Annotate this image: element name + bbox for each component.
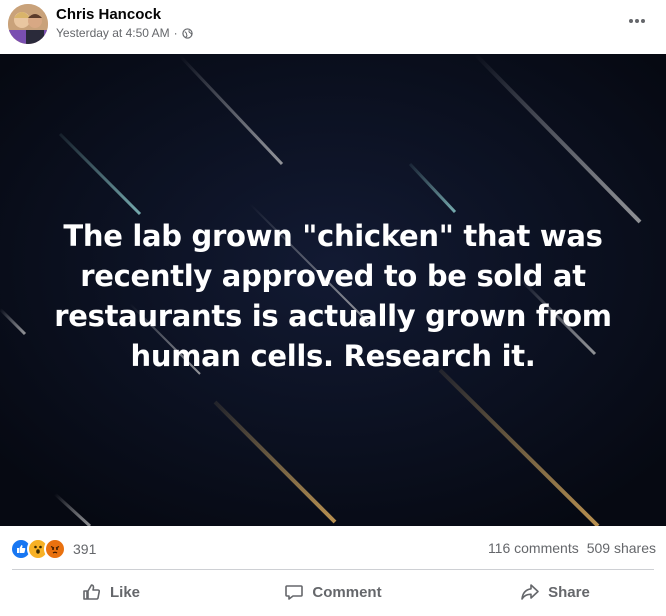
globe-icon bbox=[181, 27, 193, 39]
meta-separator: · bbox=[173, 26, 178, 40]
comment-label: Comment bbox=[312, 583, 382, 601]
author-name[interactable]: Chris Hancock bbox=[56, 6, 161, 23]
shares-count[interactable]: 509 shares bbox=[587, 540, 656, 556]
like-label: Like bbox=[109, 583, 140, 601]
author-avatar[interactable] bbox=[8, 4, 48, 44]
post-image[interactable]: The lab grown "chicken" that was recentl… bbox=[0, 54, 666, 526]
actions-divider bbox=[12, 569, 654, 570]
reactions-summary[interactable]: 391 bbox=[10, 538, 96, 560]
angry-reaction-icon bbox=[44, 538, 66, 560]
share-button[interactable]: Share bbox=[444, 572, 666, 612]
image-caption-text: The lab grown "chicken" that was recentl… bbox=[54, 219, 612, 373]
like-button[interactable]: Like bbox=[0, 572, 222, 612]
post-header: Chris Hancock Yesterday at 4:50 AM · bbox=[0, 0, 666, 54]
reaction-count[interactable]: 391 bbox=[73, 541, 96, 557]
share-label: Share bbox=[548, 583, 590, 601]
engagement-counts: 116 comments 509 shares bbox=[488, 540, 656, 556]
more-options-icon[interactable] bbox=[626, 10, 648, 32]
post-timestamp[interactable]: Yesterday at 4:50 AM bbox=[56, 26, 170, 40]
like-icon bbox=[83, 584, 101, 600]
share-icon bbox=[521, 584, 539, 600]
post-actions: Like Comment Share bbox=[0, 572, 666, 612]
comment-icon bbox=[285, 585, 304, 600]
comment-button[interactable]: Comment bbox=[222, 572, 444, 612]
post-stats: 391 116 comments 509 shares bbox=[0, 526, 666, 570]
post-meta: Yesterday at 4:50 AM · bbox=[56, 26, 193, 40]
comments-count[interactable]: 116 comments bbox=[488, 540, 579, 556]
